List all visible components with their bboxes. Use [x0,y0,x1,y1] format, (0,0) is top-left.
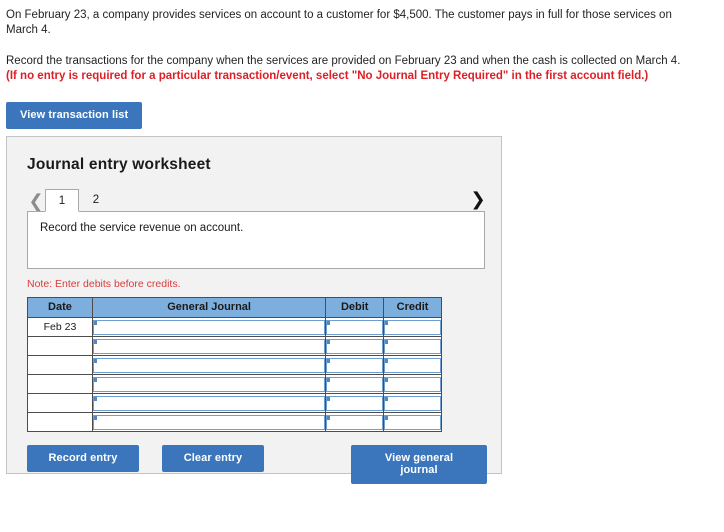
date-cell[interactable] [27,393,93,413]
credit-input[interactable] [384,357,441,373]
table-row [27,336,442,356]
worksheet-title: Journal entry worksheet [27,156,211,173]
instruction-text: Record the transactions for the company … [6,55,681,67]
table-row: Feb 23 [27,317,442,337]
table-row [27,412,442,432]
column-header-date: Date [27,297,93,318]
worksheet-tabs: ❮ 1 2 ❯ [7,187,501,212]
chevron-left-icon[interactable]: ❮ [27,193,45,211]
general-journal-cell[interactable] [91,374,327,394]
table-row [27,374,442,394]
debit-input[interactable] [326,338,384,354]
general-journal-input[interactable] [92,357,326,373]
general-journal-input[interactable] [92,338,326,354]
debit-cell[interactable] [325,336,385,356]
journal-entry-table: Date General Journal Debit Credit Feb 23 [27,297,442,432]
debit-input[interactable] [326,357,384,373]
debit-cell[interactable] [325,412,385,432]
view-general-journal-button[interactable]: View general journal [351,445,487,484]
credit-input[interactable] [384,376,441,392]
credit-cell[interactable] [383,355,442,375]
warning-text: (If no entry is required for a particula… [6,70,649,82]
tab-1[interactable]: 1 [45,189,79,212]
credit-input[interactable] [384,395,441,411]
general-journal-cell[interactable] [91,336,327,356]
journal-table-wrap: Date General Journal Debit Credit Feb 23 [7,290,501,432]
tab-description-text: Record the service revenue on account. [40,222,244,234]
table-row [27,355,442,375]
date-cell: Feb 23 [27,317,93,337]
view-transaction-list-button[interactable]: View transaction list [6,102,143,129]
credit-cell[interactable] [383,412,442,432]
date-cell[interactable] [27,374,93,394]
debit-cell[interactable] [325,374,385,394]
credit-cell[interactable] [383,336,442,356]
chevron-right-icon[interactable]: ❯ [469,191,487,209]
debit-cell[interactable] [325,393,385,413]
general-journal-cell[interactable] [91,393,327,413]
credit-input[interactable] [384,319,441,335]
general-journal-cell[interactable] [91,355,327,375]
debits-before-credits-note: Note: Enter debits before credits. [27,278,181,290]
general-journal-input[interactable] [92,395,326,411]
debit-cell[interactable] [325,317,385,337]
debit-input[interactable] [326,414,384,430]
credit-cell[interactable] [383,374,442,394]
date-cell[interactable] [27,412,93,432]
column-header-general-journal: General Journal [91,297,327,318]
tab-2[interactable]: 2 [79,188,113,211]
table-header-row: Date General Journal Debit Credit [27,297,442,318]
credit-input[interactable] [384,414,441,430]
credit-cell[interactable] [383,317,442,337]
problem-statement: On February 23, a company provides servi… [0,0,724,84]
scenario-text: On February 23, a company provides servi… [6,9,672,36]
toolbar: View transaction list [0,102,724,129]
instruction-block: Record the transactions for the company … [6,54,710,84]
tab-description-box: Record the service revenue on account. [27,211,485,269]
debit-cell[interactable] [325,355,385,375]
general-journal-input[interactable] [92,376,326,392]
clear-entry-button[interactable]: Clear entry [162,445,264,472]
date-cell[interactable] [27,355,93,375]
general-journal-input[interactable] [92,319,326,335]
debit-input[interactable] [326,319,384,335]
column-header-debit: Debit [325,297,385,318]
general-journal-cell[interactable] [91,317,327,337]
date-cell[interactable] [27,336,93,356]
debit-input[interactable] [326,395,384,411]
debit-input[interactable] [326,376,384,392]
general-journal-cell[interactable] [91,412,327,432]
journal-entry-worksheet-panel: Journal entry worksheet ❮ 1 2 ❯ Record t… [6,136,502,484]
record-entry-button[interactable]: Record entry [27,445,139,472]
worksheet-action-buttons: Record entry Clear entry View general jo… [7,445,501,484]
credit-input[interactable] [384,338,441,354]
credit-cell[interactable] [383,393,442,413]
column-header-credit: Credit [383,297,442,318]
general-journal-input[interactable] [92,414,326,430]
table-row [27,393,442,413]
